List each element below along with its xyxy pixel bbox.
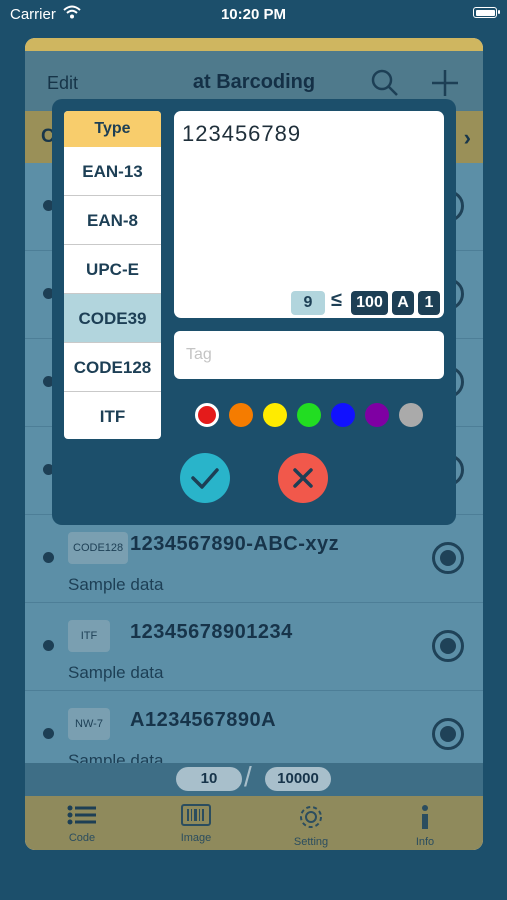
confirm-button[interactable] — [180, 453, 230, 503]
tab-image[interactable]: Image — [156, 800, 236, 846]
bullet-dot — [43, 552, 54, 563]
character-count: 9 — [291, 291, 325, 315]
tab-info[interactable]: Info — [385, 800, 465, 850]
info-icon — [422, 805, 428, 829]
color-swatch-green[interactable] — [297, 403, 321, 427]
add-icon[interactable] — [430, 68, 460, 103]
pagination-bar: 10 / 10000 — [25, 761, 483, 796]
list-item[interactable]: ITF 12345678901234 Sample data — [25, 603, 483, 691]
less-equal-sign: ≤ — [331, 289, 342, 311]
color-swatch-purple[interactable] — [365, 403, 389, 427]
battery-icon — [473, 7, 500, 18]
radio-button[interactable] — [432, 542, 464, 574]
numeric-mode-button[interactable]: 1 — [418, 291, 440, 315]
color-swatch-blue[interactable] — [331, 403, 355, 427]
bullet-dot — [43, 728, 54, 739]
current-count[interactable]: 10 — [176, 767, 242, 791]
color-swatch-red[interactable] — [195, 403, 219, 427]
checkmark-icon — [191, 468, 219, 489]
barcode-image-icon — [181, 804, 211, 826]
color-swatch-gray[interactable] — [399, 403, 423, 427]
type-header: Type — [64, 111, 161, 147]
alpha-mode-button[interactable]: A — [392, 291, 414, 315]
clock: 10:20 PM — [220, 6, 287, 23]
type-option-code128[interactable]: CODE128 — [64, 343, 161, 392]
radio-button[interactable] — [432, 630, 464, 662]
type-option-ean13[interactable]: EAN-13 — [64, 147, 161, 196]
barcode-value: 12345678901234 — [130, 621, 293, 643]
barcode-type-badge: CODE128 — [68, 532, 129, 564]
barcode-type-badge: NW-7 — [68, 708, 110, 740]
list-item[interactable]: CODE128 1234567890-ABC-xyz Sample data — [25, 515, 483, 603]
color-swatch-yellow[interactable] — [263, 403, 287, 427]
pager-separator: / — [244, 761, 252, 792]
barcode-type-badge: ITF — [68, 620, 110, 652]
type-option-ean8[interactable]: EAN-8 — [64, 196, 161, 245]
new-barcode-dialog: Type EAN-13 EAN-8 UPC-E CODE39 CODE128 I… — [52, 99, 456, 525]
code-input-value[interactable]: 123456789 — [182, 121, 301, 147]
top-accent-bar — [25, 38, 483, 51]
barcode-value: 1234567890-ABC-xyz — [130, 533, 340, 555]
code-input-area[interactable]: 123456789 9 ≤ 100 A 1 — [174, 111, 444, 318]
chevron-right-icon[interactable]: › — [464, 125, 471, 151]
total-count[interactable]: 10000 — [265, 767, 331, 791]
type-option-upce[interactable]: UPC-E — [64, 245, 161, 294]
page-title: at Barcoding — [192, 71, 316, 93]
type-option-itf[interactable]: ITF — [64, 392, 161, 439]
gear-icon — [300, 806, 322, 828]
tab-setting[interactable]: Setting — [271, 800, 351, 850]
barcode-value: A1234567890A — [130, 709, 277, 731]
tab-code[interactable]: Code — [42, 800, 122, 846]
barcode-tag: Sample data — [68, 575, 164, 594]
search-icon[interactable] — [370, 68, 400, 103]
type-option-code39[interactable]: CODE39 — [64, 294, 161, 343]
max-length-button[interactable]: 100 — [351, 291, 388, 315]
status-bar: Carrier 10:20 PM — [0, 0, 507, 30]
cancel-button[interactable] — [278, 453, 328, 503]
bullet-dot — [43, 640, 54, 651]
radio-button[interactable] — [432, 718, 464, 750]
tab-bar: Code Image Setting Info — [25, 796, 483, 850]
tab-image-label: Image — [180, 832, 212, 844]
barcode-type-picker: Type EAN-13 EAN-8 UPC-E CODE39 CODE128 I… — [64, 111, 161, 439]
list-icon — [67, 805, 96, 825]
tag-input[interactable] — [174, 331, 444, 379]
color-swatch-orange[interactable] — [229, 403, 253, 427]
tab-info-label: Info — [415, 836, 435, 848]
tab-code-label: Code — [68, 832, 96, 844]
tab-setting-label: Setting — [293, 836, 329, 848]
barcode-tag: Sample data — [68, 663, 164, 682]
close-icon — [293, 468, 313, 488]
